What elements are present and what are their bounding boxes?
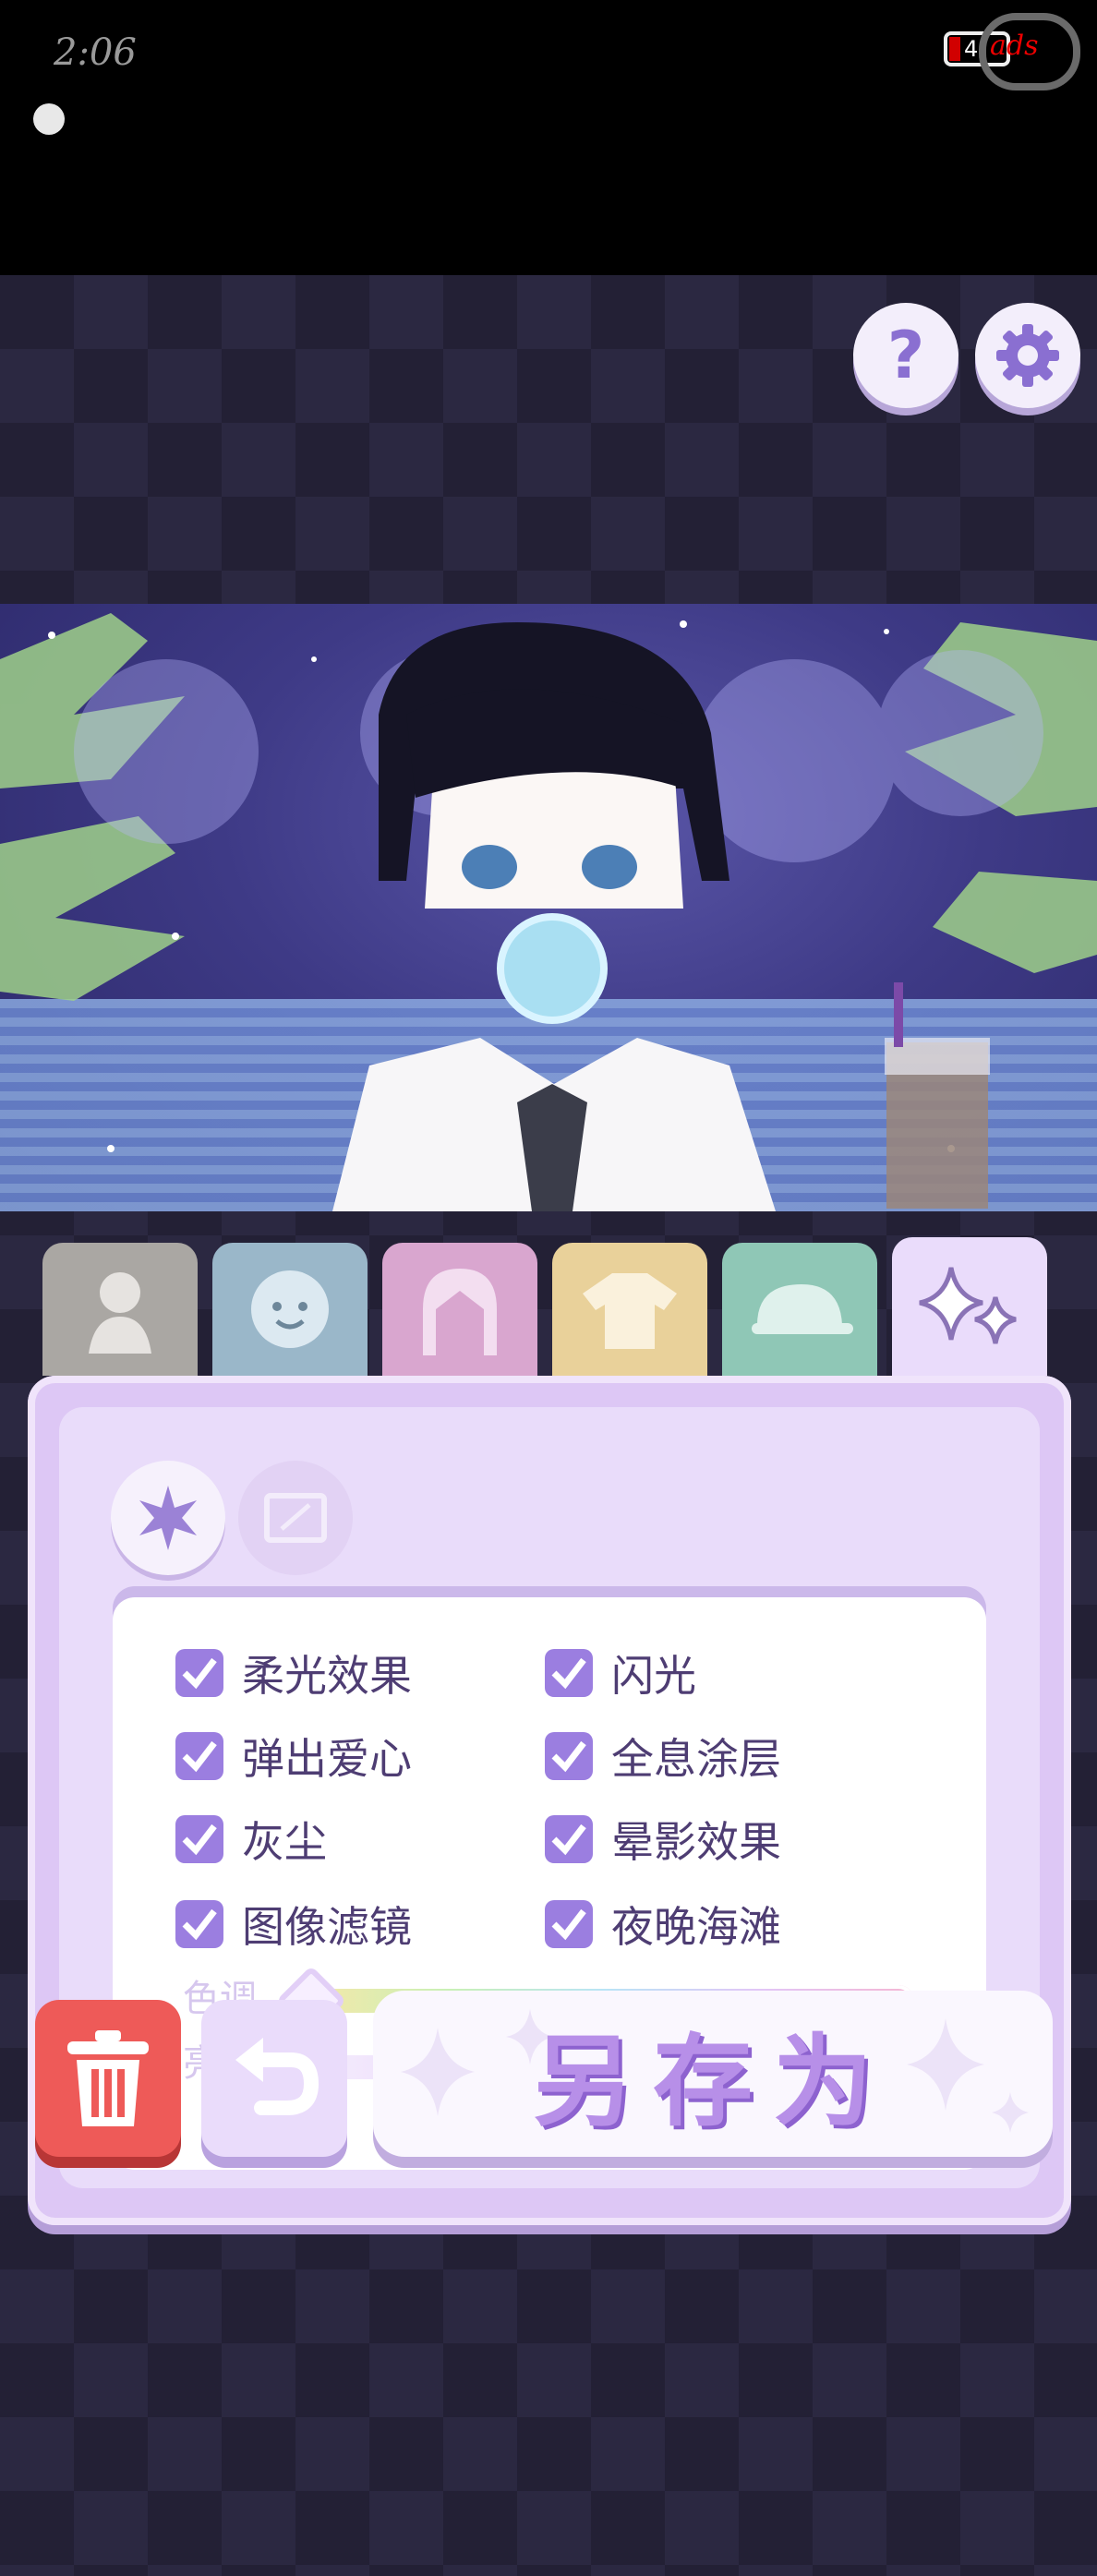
option-dust[interactable]: 灰尘 [175,1812,327,1867]
delete-button[interactable] [35,2000,181,2157]
option-night-beach[interactable]: 夜晚海滩 [545,1896,781,1952]
screen-record-icon[interactable]: ads [979,13,1080,90]
option-label: 图像滤镜 [242,1902,412,1952]
option-label: 灰尘 [242,1817,327,1867]
option-holographic[interactable]: 全息涂层 [545,1728,781,1784]
trash-icon [67,2030,149,2126]
tab-hair[interactable] [382,1243,537,1376]
tab-clothes[interactable] [552,1243,707,1376]
option-label: 全息涂层 [611,1734,781,1784]
option-image-filter[interactable]: 图像滤镜 [175,1896,412,1952]
cap-icon [752,1284,853,1334]
tab-face[interactable] [212,1243,368,1376]
checkbox-checked-icon[interactable] [175,1732,223,1780]
sparkle-icon [919,1267,1017,1344]
undo-button[interactable] [201,2000,347,2157]
notification-dot [33,103,65,135]
help-icon: ? [886,318,925,393]
option-vignette[interactable]: 晕影效果 [545,1812,781,1867]
hair-icon [423,1269,497,1355]
character-preview [0,604,1097,1211]
status-bar: 2:06 4 ads [0,0,1097,275]
option-label: 弹出爱心 [242,1734,412,1784]
checkbox-checked-icon[interactable] [545,1900,593,1948]
option-label: 晕影效果 [611,1817,781,1867]
shirt-icon [583,1273,677,1349]
app-screen: ? 柔光效果 闪光 弹出爱心 全息涂层 灰尘 晕影效果 图像滤镜 夜晚海滩 色调 [0,275,1097,2576]
option-pop-hearts[interactable]: 弹出爱心 [175,1728,412,1784]
option-flash[interactable]: 闪光 [545,1645,696,1701]
star-icon [139,1486,197,1550]
category-tabs [42,1237,1058,1376]
checkbox-checked-icon[interactable] [545,1732,593,1780]
save-as-button[interactable]: 另存为 [373,1991,1053,2157]
scene-art [0,613,1097,1211]
checkbox-checked-icon[interactable] [545,1649,593,1697]
checkbox-checked-icon[interactable] [175,1815,223,1863]
body-icon [89,1272,151,1354]
checkbox-checked-icon[interactable] [175,1649,223,1697]
gear-icon [996,324,1059,387]
status-time: 2:06 [54,31,137,74]
option-soft-light[interactable]: 柔光效果 [175,1645,412,1701]
save-as-label: 另存为 [532,2025,893,2140]
help-button[interactable]: ? [853,303,958,408]
tab-body[interactable] [42,1243,198,1376]
sub-tab-effects[interactable] [111,1461,225,1575]
settings-button[interactable] [975,303,1080,408]
sub-tab-background[interactable] [238,1461,353,1575]
undo-icon [235,2038,319,2115]
checkbox-checked-icon[interactable] [175,1900,223,1948]
option-label: 闪光 [611,1651,696,1701]
checkbox-checked-icon[interactable] [545,1815,593,1863]
option-label: 柔光效果 [242,1651,412,1701]
battery-level: 4 [964,36,979,62]
tab-effects[interactable] [892,1237,1047,1376]
face-icon [251,1270,329,1348]
frame-icon [264,1493,327,1543]
option-label: 夜晚海滩 [611,1902,781,1952]
tab-hat[interactable] [722,1243,877,1376]
